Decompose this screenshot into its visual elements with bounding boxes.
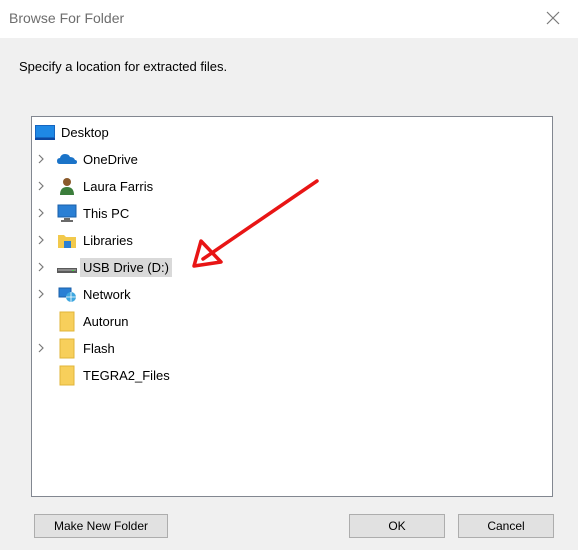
this-pc-icon bbox=[56, 202, 78, 224]
tree-item-usb-drive[interactable]: USB Drive (D:) bbox=[34, 256, 172, 278]
instruction-text: Specify a location for extracted files. bbox=[19, 59, 228, 74]
tree-item-label: USB Drive (D:) bbox=[80, 257, 172, 277]
desktop-icon bbox=[34, 121, 56, 143]
tree-item-label: This PC bbox=[83, 205, 130, 221]
tree-item-this-pc[interactable]: This PC bbox=[34, 202, 132, 224]
tree-item-desktop[interactable]: Desktop bbox=[34, 121, 112, 143]
chevron-right-icon[interactable] bbox=[36, 342, 46, 354]
chevron-right-icon[interactable] bbox=[36, 261, 46, 273]
browse-for-folder-dialog: Browse For Folder Specify a location for… bbox=[0, 0, 578, 550]
tree-item-network[interactable]: Network bbox=[34, 283, 134, 305]
folder-icon bbox=[56, 310, 78, 332]
folder-icon bbox=[56, 364, 78, 386]
folder-icon bbox=[56, 337, 78, 359]
user-icon bbox=[56, 175, 78, 197]
tree-item-tegra2-files[interactable]: TEGRA2_Files bbox=[34, 364, 173, 386]
tree-item-label: Flash bbox=[83, 340, 115, 356]
tree-item-label: OneDrive bbox=[83, 151, 138, 167]
chevron-right-icon[interactable] bbox=[36, 288, 46, 300]
tree-item-autorun[interactable]: Autorun bbox=[34, 310, 132, 332]
network-icon bbox=[56, 283, 78, 305]
tree-item-label: Laura Farris bbox=[83, 178, 154, 194]
tree-item-label: Autorun bbox=[83, 313, 129, 329]
make-new-folder-button[interactable]: Make New Folder bbox=[34, 514, 168, 538]
onedrive-cloud-icon bbox=[56, 148, 78, 170]
tree-item-label: Libraries bbox=[83, 232, 133, 248]
usb-drive-icon bbox=[56, 256, 78, 278]
libraries-icon bbox=[56, 229, 78, 251]
cancel-button[interactable]: Cancel bbox=[458, 514, 554, 538]
chevron-right-icon[interactable] bbox=[36, 234, 46, 246]
chevron-right-icon[interactable] bbox=[36, 153, 46, 165]
folder-tree[interactable]: Desktop OneDrive Laura Farris This PC Li… bbox=[31, 116, 553, 497]
tree-item-label: TEGRA2_Files bbox=[83, 367, 170, 383]
tree-item-laura-farris[interactable]: Laura Farris bbox=[34, 175, 156, 197]
close-icon bbox=[546, 11, 560, 25]
dialog-title: Browse For Folder bbox=[9, 10, 125, 26]
chevron-right-icon[interactable] bbox=[36, 207, 46, 219]
tree-item-onedrive[interactable]: OneDrive bbox=[34, 148, 141, 170]
ok-button[interactable]: OK bbox=[349, 514, 445, 538]
tree-item-label: Network bbox=[83, 286, 131, 302]
title-bar: Browse For Folder bbox=[0, 0, 578, 38]
close-button[interactable] bbox=[542, 7, 564, 29]
tree-item-label: Desktop bbox=[61, 124, 109, 140]
tree-item-libraries[interactable]: Libraries bbox=[34, 229, 136, 251]
tree-item-flash[interactable]: Flash bbox=[34, 337, 118, 359]
chevron-right-icon[interactable] bbox=[36, 180, 46, 192]
